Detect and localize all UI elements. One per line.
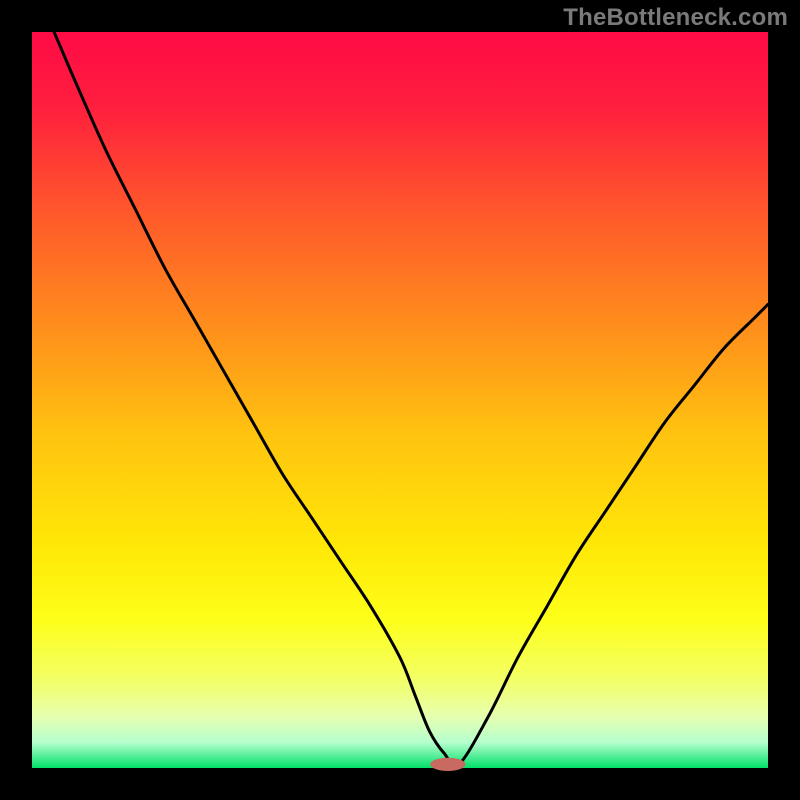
watermark-label: TheBottleneck.com <box>563 4 788 32</box>
chart-container: TheBottleneck.com <box>0 0 800 800</box>
optimal-marker <box>430 758 465 771</box>
bottleneck-chart <box>0 0 800 800</box>
